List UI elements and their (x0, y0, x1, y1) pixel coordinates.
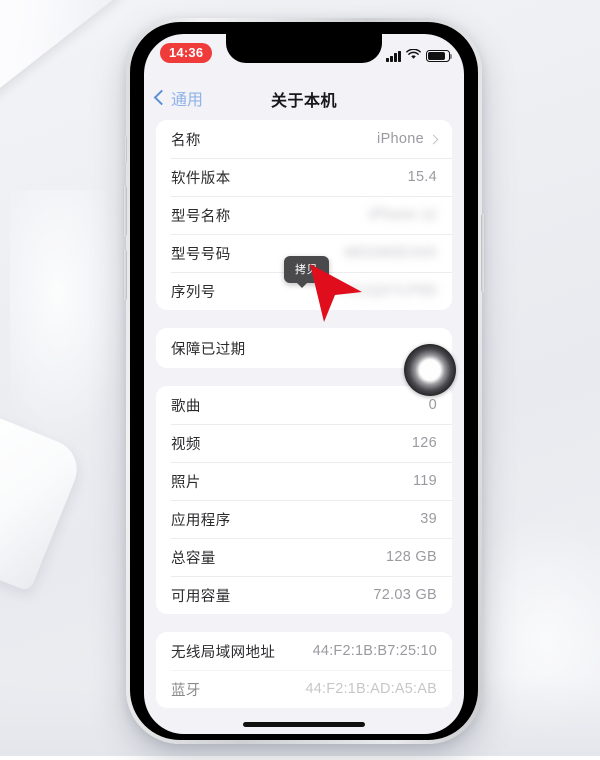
table-row: 可用容量 72.03 GB (156, 576, 452, 614)
row-label: 总容量 (171, 550, 216, 567)
row-value-redacted: iPhone 12 (368, 207, 437, 223)
table-row: 总容量 128 GB (156, 538, 452, 576)
cellular-signal-icon (386, 50, 401, 62)
table-row: 照片 119 (156, 462, 452, 500)
row-label: 保障已过期 (171, 341, 246, 358)
notch (226, 34, 382, 63)
row-label: 可用容量 (171, 588, 231, 605)
row-label: 序列号 (171, 284, 216, 301)
table-row: 歌曲 0 (156, 386, 452, 424)
section-media-counts: 歌曲 0 视频 126 照片 119 应用程序 39 总容量 128 GB 可用… (156, 386, 452, 614)
section-network-addresses: 无线局域网地址 44:F2:1B:B7:25:10 蓝牙 44:F2:1B:AD… (156, 632, 452, 708)
table-row[interactable]: 软件版本 15.4 (156, 158, 452, 196)
row-value: 72.03 GB (373, 587, 437, 603)
background-highlight-left (10, 190, 130, 450)
table-row[interactable]: 蓝牙 44:F2:1B:AD:A5:AB (156, 670, 452, 708)
row-value: 44:F2:1B:B7:25:10 (312, 643, 437, 659)
wifi-icon (406, 47, 421, 65)
touch-ring-indicator (404, 344, 456, 396)
row-value: 128 GB (386, 549, 437, 565)
background-paper-top-left (0, 0, 119, 100)
row-value: 39 (420, 511, 437, 527)
row-value: 126 (411, 435, 437, 451)
copy-tooltip[interactable]: 拷贝 (284, 256, 329, 288)
phone-screen: 14:36 通用 关于本机 名称 iPhone 软件版本 15.4 型号名称 i… (144, 34, 464, 734)
row-label: 无线局域网地址 (171, 644, 276, 661)
table-row[interactable]: 型号名称 iPhone 12 (156, 196, 452, 234)
page-title: 关于本机 (270, 93, 337, 110)
status-time-recording-pill: 14:36 (160, 43, 213, 63)
power-button[interactable] (481, 214, 485, 292)
silent-switch[interactable] (124, 136, 127, 162)
battery-icon (426, 50, 453, 62)
row-value: 15.4 (407, 169, 437, 185)
table-row[interactable]: 名称 iPhone (156, 120, 452, 158)
table-row[interactable]: 无线局域网地址 44:F2:1B:B7:25:10 (156, 632, 452, 670)
row-value: iPhone (377, 131, 439, 147)
row-label: 型号号码 (171, 246, 231, 263)
volume-down-button[interactable] (123, 250, 127, 300)
row-label: 歌曲 (171, 398, 201, 415)
row-label: 软件版本 (171, 170, 231, 187)
device-bezel: 14:36 通用 关于本机 名称 iPhone 软件版本 15.4 型号名称 i… (130, 22, 478, 740)
table-row: 视频 126 (156, 424, 452, 462)
row-label: 名称 (171, 132, 201, 149)
row-value-redacted: MGGM3CH/A (344, 245, 437, 261)
table-row: 应用程序 39 (156, 500, 452, 538)
status-icons (386, 47, 453, 65)
row-label: 应用程序 (171, 512, 231, 529)
volume-up-button[interactable] (123, 186, 127, 236)
row-value: 0 (428, 397, 437, 413)
home-indicator[interactable] (243, 722, 365, 727)
row-label: 视频 (171, 436, 201, 453)
settings-scroll-content[interactable]: 名称 iPhone 软件版本 15.4 型号名称 iPhone 12 型号号码 … (144, 120, 464, 734)
row-label: 型号名称 (171, 208, 231, 225)
row-value-redacted: FK1QX7LP0D (342, 283, 437, 299)
iphone-device: 14:36 通用 关于本机 名称 iPhone 软件版本 15.4 型号名称 i… (123, 18, 485, 744)
row-label: 蓝牙 (171, 682, 201, 699)
row-value: 119 (412, 473, 437, 489)
row-label: 照片 (171, 474, 201, 491)
navigation-bar: 通用 关于本机 (144, 78, 464, 120)
row-value-text: iPhone (377, 131, 424, 147)
row-value: 44:F2:1B:AD:A5:AB (305, 681, 437, 697)
chevron-right-icon (428, 134, 439, 144)
